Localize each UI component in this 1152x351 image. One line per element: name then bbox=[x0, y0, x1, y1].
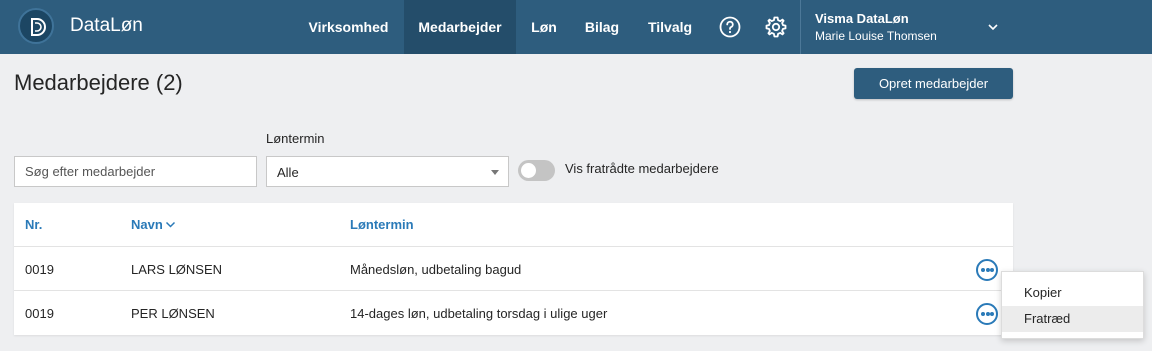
caret-down-icon bbox=[491, 170, 499, 175]
nav-item-bilag[interactable]: Bilag bbox=[576, 0, 628, 54]
column-header-lontermin[interactable]: Løntermin bbox=[350, 217, 414, 232]
user-company[interactable]: Visma DataLøn bbox=[815, 11, 909, 26]
chevron-down-icon[interactable] bbox=[986, 20, 1000, 34]
cell-pay-period: Månedsløn, udbetaling bagud bbox=[350, 262, 522, 277]
nav-item-virksomhed[interactable]: Virksomhed bbox=[297, 0, 400, 54]
cell-name: LARS LØNSEN bbox=[131, 262, 223, 277]
row-context-menu: Kopier Fratræd bbox=[1001, 271, 1144, 339]
pay-period-select-value: Alle bbox=[277, 165, 299, 180]
cell-nr: 0019 bbox=[25, 262, 54, 277]
nav-item-medarbejder[interactable]: Medarbejder bbox=[404, 0, 516, 54]
nav-item-tilvalg[interactable]: Tilvalg bbox=[640, 0, 700, 54]
user-name[interactable]: Marie Louise Thomsen bbox=[815, 29, 937, 43]
more-options-icon[interactable] bbox=[976, 259, 998, 281]
employee-table: Nr. Navn Løntermin 0019 LARS LØNSEN Måne… bbox=[14, 203, 1013, 335]
more-options-icon[interactable] bbox=[976, 303, 998, 325]
gear-icon[interactable] bbox=[764, 15, 788, 39]
nav-item-lon[interactable]: Løn bbox=[522, 0, 566, 54]
show-terminated-toggle[interactable] bbox=[518, 160, 555, 181]
topbar-divider bbox=[800, 0, 801, 54]
show-terminated-label: Vis fratrådte medarbejdere bbox=[565, 161, 719, 176]
column-header-nr[interactable]: Nr. bbox=[25, 217, 42, 232]
menu-item-kopier[interactable]: Kopier bbox=[1002, 280, 1143, 306]
app-name: DataLøn bbox=[70, 15, 143, 36]
toggle-knob bbox=[521, 163, 536, 178]
cell-nr: 0019 bbox=[25, 306, 54, 321]
help-circle-icon[interactable] bbox=[718, 15, 742, 39]
datalon-logo-icon[interactable] bbox=[18, 8, 54, 44]
table-row[interactable]: 0019 LARS LØNSEN Månedsløn, udbetaling b… bbox=[14, 246, 1013, 290]
sort-chevron-down-icon bbox=[165, 221, 175, 228]
table-row[interactable]: 0019 PER LØNSEN 14-dages løn, udbetaling… bbox=[14, 290, 1013, 334]
top-navigation-bar: DataLøn Virksomhed Medarbejder Løn Bilag… bbox=[0, 0, 1152, 54]
column-header-navn-label: Navn bbox=[131, 217, 163, 232]
column-header-navn[interactable]: Navn bbox=[131, 217, 176, 232]
cell-name: PER LØNSEN bbox=[131, 306, 215, 321]
page-title: Medarbejdere (2) bbox=[14, 70, 183, 95]
cell-pay-period: 14-dages løn, udbetaling torsdag i ulige… bbox=[350, 306, 608, 321]
pay-period-select[interactable]: Alle bbox=[266, 156, 509, 187]
pay-period-label: Løntermin bbox=[266, 131, 325, 146]
employee-search-input[interactable] bbox=[14, 156, 257, 187]
create-employee-button[interactable]: Opret medarbejder bbox=[854, 68, 1013, 99]
menu-item-fratraed[interactable]: Fratræd bbox=[1002, 306, 1143, 332]
column-header-nr-label: Nr. bbox=[25, 217, 43, 232]
